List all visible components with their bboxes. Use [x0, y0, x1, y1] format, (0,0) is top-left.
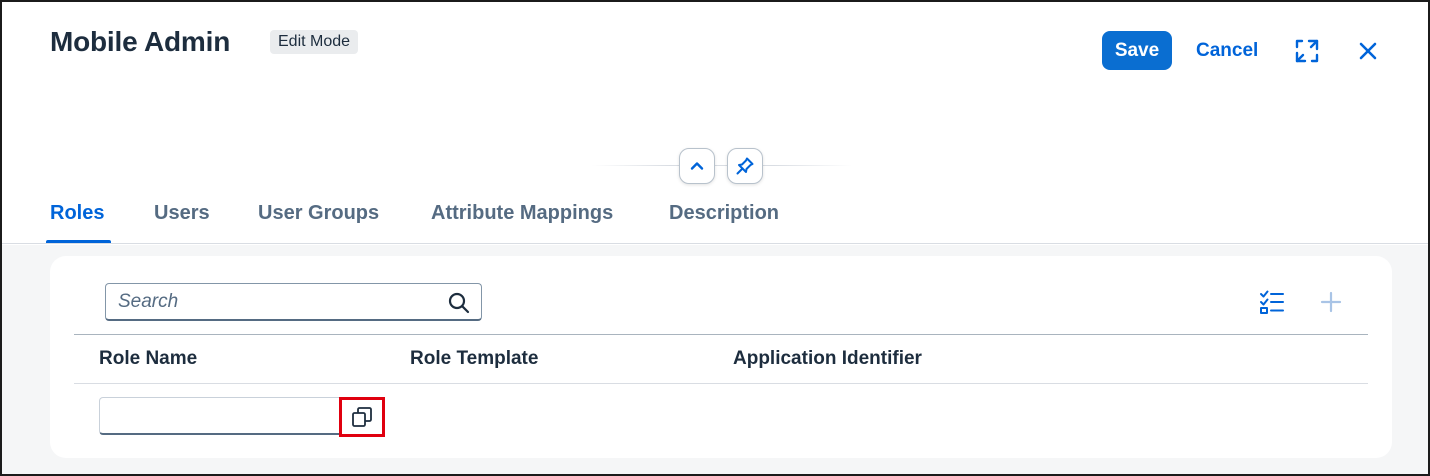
table-header-bottom-border — [74, 383, 1368, 384]
search-icon[interactable] — [447, 291, 471, 315]
expand-icon — [1295, 39, 1319, 63]
column-header-application-identifier[interactable]: Application Identifier — [733, 348, 922, 370]
value-help-button[interactable] — [339, 397, 385, 437]
column-header-role-name[interactable]: Role Name — [99, 348, 197, 370]
header-divider — [592, 165, 852, 166]
tab-user-groups[interactable]: User Groups — [258, 202, 379, 225]
plus-icon — [1320, 291, 1342, 313]
chevron-up-icon — [690, 162, 704, 170]
value-help-icon — [352, 407, 372, 427]
active-tab-indicator — [46, 240, 111, 243]
object-page-header: Mobile Admin Edit Mode Save Cancel Roles… — [2, 2, 1428, 244]
table-header-top-border — [74, 334, 1368, 335]
list-checks-icon — [1260, 290, 1284, 314]
expand-button[interactable] — [1289, 33, 1325, 69]
tab-attribute-mappings[interactable]: Attribute Mappings — [431, 202, 613, 225]
close-icon — [1359, 42, 1377, 60]
add-button[interactable] — [1314, 285, 1348, 319]
pin-icon — [736, 157, 754, 175]
tab-description[interactable]: Description — [669, 202, 779, 225]
pin-header-button[interactable] — [727, 148, 763, 184]
tab-bar: Roles Users User Groups Attribute Mappin… — [2, 194, 1428, 244]
search-field[interactable] — [105, 283, 482, 321]
role-name-input[interactable] — [108, 398, 338, 434]
cancel-button[interactable]: Cancel — [1192, 31, 1262, 70]
multi-select-button[interactable] — [1255, 285, 1289, 319]
app-frame: Mobile Admin Edit Mode Save Cancel Roles… — [0, 0, 1430, 476]
collapse-header-button[interactable] — [679, 148, 715, 184]
search-input[interactable] — [118, 284, 438, 320]
tab-roles[interactable]: Roles — [50, 202, 104, 225]
save-button[interactable]: Save — [1102, 31, 1172, 70]
tab-users[interactable]: Users — [154, 202, 210, 225]
edit-mode-badge: Edit Mode — [270, 30, 359, 54]
column-header-role-template[interactable]: Role Template — [410, 348, 538, 370]
page-title: Mobile Admin — [50, 26, 231, 57]
close-button[interactable] — [1350, 33, 1386, 69]
